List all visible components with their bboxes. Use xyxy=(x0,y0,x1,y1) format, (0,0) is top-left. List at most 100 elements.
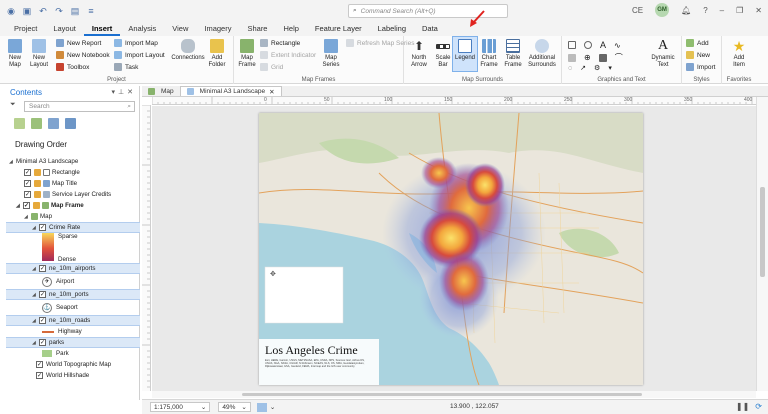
map-title[interactable]: Los Angeles Crime xyxy=(265,343,358,358)
tree-item-map-frame[interactable]: ◢ ✓ Map Frame xyxy=(6,200,140,211)
chevron-down-icon[interactable]: ⌄ xyxy=(241,403,246,411)
checkbox[interactable]: ✓ xyxy=(36,361,43,368)
expand-icon[interactable]: ◢ xyxy=(16,203,23,209)
expand-gallery-icon[interactable]: ▾ xyxy=(608,64,612,72)
new-report-button[interactable]: New Report xyxy=(56,39,101,47)
open-icon[interactable]: ▤ xyxy=(70,6,80,16)
scale-bar-button[interactable]: Scale Bar xyxy=(432,39,454,69)
tab-view[interactable]: View xyxy=(164,22,196,36)
tab-map[interactable]: Map xyxy=(142,86,180,96)
marker-graphic-icon[interactable]: ⊕ xyxy=(584,53,591,62)
tab-layout[interactable]: Layout xyxy=(45,22,84,36)
new-notebook-button[interactable]: New Notebook xyxy=(56,51,110,59)
lasso-graphic-icon[interactable]: ◌ xyxy=(568,65,572,72)
user-initials[interactable]: CE xyxy=(632,6,643,15)
tree-item-map[interactable]: ◢ Map xyxy=(6,211,140,222)
avatar[interactable]: GM xyxy=(655,3,670,17)
selection-icon[interactable] xyxy=(48,118,59,129)
import-map-button[interactable]: Import Map xyxy=(114,39,158,47)
rectangle-button[interactable]: Rectangle xyxy=(260,39,300,47)
tree-item-map-title[interactable]: ✓ Map Title xyxy=(6,178,140,189)
redo-icon[interactable]: ↷ xyxy=(54,6,64,16)
extent-indicator-button[interactable]: Extent Indicator xyxy=(260,51,316,59)
expand-icon[interactable]: ◢ xyxy=(24,214,31,220)
rectangle-graphic-icon[interactable] xyxy=(568,41,576,49)
tab-imagery[interactable]: Imagery xyxy=(196,22,239,36)
pause-icon[interactable]: ❚❚ xyxy=(736,402,749,411)
polygon-graphic-icon[interactable] xyxy=(568,53,576,62)
additional-surrounds-button[interactable]: Additional Surrounds xyxy=(526,39,558,69)
source-icon[interactable] xyxy=(31,118,42,129)
expand-icon[interactable]: ◢ xyxy=(32,318,39,324)
fill-graphic-icon[interactable] xyxy=(598,53,607,62)
refresh-icon[interactable]: ⟳ xyxy=(755,402,762,411)
vertical-scrollbar[interactable] xyxy=(756,97,768,391)
checkbox[interactable]: ✓ xyxy=(24,169,31,176)
new-layout-button[interactable]: New Layout xyxy=(28,39,50,69)
tree-item-ports[interactable]: ◢ ✓ ne_10m_ports xyxy=(6,289,140,300)
scale-field[interactable]: 1:175,000 ⌄ xyxy=(150,402,211,412)
contents-search-input[interactable]: Search ⌕ xyxy=(24,101,135,112)
new-map-button[interactable]: New Map xyxy=(4,39,26,69)
new-style-button[interactable]: New xyxy=(686,51,710,59)
tab-layout[interactable]: Minimal A3 Landscape ✕ xyxy=(179,86,282,96)
expand-icon[interactable]: ◢ xyxy=(32,340,39,346)
notifications-icon[interactable]: 🔔︎ xyxy=(681,6,691,15)
help-button[interactable]: ? xyxy=(703,6,707,15)
close-icon[interactable]: ✕ xyxy=(269,88,274,96)
filter-icon[interactable]: ⏷ xyxy=(10,101,16,109)
tree-item-airports[interactable]: ◢ ✓ ne_10m_airports xyxy=(6,263,140,274)
tab-insert[interactable]: Insert xyxy=(83,22,121,36)
table-frame-button[interactable]: Table Frame xyxy=(502,39,524,69)
text-graphic-icon[interactable]: A xyxy=(600,40,606,50)
tree-item-hillshade[interactable]: ✓ World Hillshade xyxy=(6,370,140,381)
tab-help[interactable]: Help xyxy=(275,22,306,36)
undo-icon[interactable]: ↶ xyxy=(38,6,48,16)
tab-project[interactable]: Project xyxy=(6,22,45,36)
arrow-graphic-icon[interactable]: ↗ xyxy=(580,64,586,72)
checkbox[interactable]: ✓ xyxy=(36,372,43,379)
service-layer-credits[interactable]: Esri, HERE, Garmin, USGS, METI/NASA, EPA… xyxy=(265,359,373,379)
drawing-order-icon[interactable] xyxy=(14,118,25,129)
layout-page[interactable]: ✥ Los Angeles Crime Esri, HERE, Garmin, … xyxy=(258,112,644,386)
tree-item-roads[interactable]: ◢ ✓ ne_10m_roads xyxy=(6,315,140,326)
add-item-button[interactable]: ★ Add Item xyxy=(728,39,750,69)
connections-button[interactable]: Connections xyxy=(171,39,205,62)
tree-item-service-credits[interactable]: ✓ Service Layer Credits xyxy=(6,189,140,200)
legend-placeholder[interactable] xyxy=(264,266,344,324)
task-button[interactable]: Task xyxy=(114,63,138,71)
legend-button[interactable]: Legend xyxy=(454,39,476,62)
expand-icon[interactable]: ◢ xyxy=(32,292,39,298)
tree-item-topographic[interactable]: ✓ World Topographic Map xyxy=(6,359,140,370)
checkbox[interactable]: ✓ xyxy=(39,291,46,298)
curve-graphic-icon[interactable]: ⌒ xyxy=(615,52,623,63)
circle-graphic-icon[interactable] xyxy=(584,41,592,49)
tree-item-layout[interactable]: ◢ Minimal A3 Landscape xyxy=(6,156,140,167)
minimize-button[interactable]: – xyxy=(720,6,724,15)
line-graphic-icon[interactable]: ∿ xyxy=(614,41,621,50)
toolbox-button[interactable]: Toolbox xyxy=(56,63,89,71)
tab-share[interactable]: Share xyxy=(239,22,275,36)
import-style-button[interactable]: Import xyxy=(686,63,715,71)
chart-frame-button[interactable]: Chart Frame xyxy=(478,39,500,69)
chevron-down-icon[interactable]: ⌄ xyxy=(270,403,275,411)
dynamic-text-button[interactable]: A Dynamic Text xyxy=(650,39,676,69)
checkbox[interactable]: ✓ xyxy=(39,265,46,272)
pane-controls[interactable]: ▾⊥✕ xyxy=(112,88,136,96)
checkbox[interactable]: ✓ xyxy=(24,180,31,187)
zoom-field[interactable]: 49% ⌄ xyxy=(218,402,251,412)
checkbox[interactable]: ✓ xyxy=(39,317,46,324)
north-arrow-button[interactable]: ⬆ North Arrow xyxy=(408,39,430,69)
add-folder-button[interactable]: Add Folder xyxy=(206,39,228,69)
checkbox[interactable]: ✓ xyxy=(23,202,30,209)
scroll-thumb[interactable] xyxy=(242,393,642,396)
tab-analysis[interactable]: Analysis xyxy=(120,22,164,36)
horizontal-scrollbar[interactable] xyxy=(152,391,756,398)
expand-icon[interactable]: ◢ xyxy=(32,266,39,272)
checkbox[interactable]: ✓ xyxy=(39,339,46,346)
layout-view-icon[interactable] xyxy=(256,402,267,412)
map-series-button[interactable]: Map Series xyxy=(318,39,344,69)
save-icon[interactable]: ▣ xyxy=(22,6,32,16)
close-button[interactable]: ✕ xyxy=(755,6,762,15)
gear-icon[interactable]: ⚙ xyxy=(594,64,600,72)
